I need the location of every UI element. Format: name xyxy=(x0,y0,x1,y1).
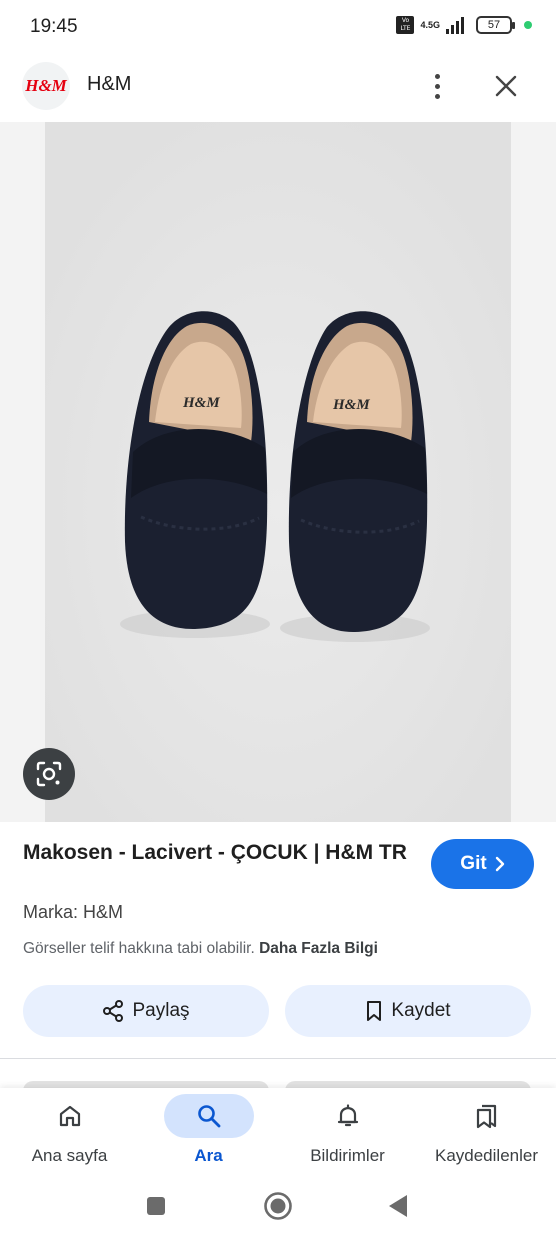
bell-icon xyxy=(303,1094,393,1138)
copyright-text: Görseller telif hakkına tabi olabilir. xyxy=(23,940,255,957)
nav-saved-label: Kaydedilenler xyxy=(434,1146,538,1165)
save-button-label: Kaydet xyxy=(391,1000,451,1021)
bookmarks-icon xyxy=(442,1094,532,1138)
privacy-indicator-dot xyxy=(524,21,532,29)
battery-icon: 57 xyxy=(476,16,515,34)
result-header: H&M H&M xyxy=(0,56,556,120)
close-icon[interactable] xyxy=(486,66,526,106)
nav-notifications-label: Bildirimler xyxy=(310,1146,385,1165)
nav-saved[interactable]: Kaydedilenler xyxy=(417,1088,556,1178)
nav-search[interactable]: Ara xyxy=(139,1088,278,1178)
back-icon[interactable] xyxy=(378,1186,418,1226)
bottom-navigation: Ana sayfa Ara Bildirimler Kaydedilenler xyxy=(0,1088,556,1178)
chevron-right-icon xyxy=(495,856,504,872)
status-icons: Vo LTE 4.5G 57 xyxy=(396,16,532,34)
copyright-notice: Görseller telif hakkına tabi olabilir. D… xyxy=(23,940,378,958)
divider xyxy=(0,1058,556,1059)
status-bar: 19:45 Vo LTE 4.5G 57 xyxy=(0,0,556,56)
share-button-label: Paylaş xyxy=(132,1000,190,1021)
more-info-link[interactable]: Daha Fazla Bilgi xyxy=(259,940,378,957)
search-icon xyxy=(163,1094,254,1138)
site-logo: H&M xyxy=(22,62,70,110)
share-button[interactable]: Paylaş xyxy=(23,985,269,1037)
share-icon xyxy=(103,1000,124,1022)
status-time: 19:45 xyxy=(30,16,78,37)
nav-home[interactable]: Ana sayfa xyxy=(0,1088,139,1178)
visit-button-label: Git xyxy=(460,853,487,874)
nav-home-label: Ana sayfa xyxy=(31,1146,108,1165)
nav-notifications[interactable]: Bildirimler xyxy=(278,1088,417,1178)
nav-search-label: Ara xyxy=(194,1146,223,1165)
image-viewer: H&M H&M xyxy=(0,122,556,822)
more-vert-icon[interactable] xyxy=(420,66,454,106)
brand-label: Marka: H&M xyxy=(23,902,124,922)
network-type: 4.5G xyxy=(420,19,440,30)
bookmark-icon xyxy=(367,1001,382,1021)
insole-logo-right: H&M xyxy=(332,397,370,413)
result-title[interactable]: Makosen - Lacivert - ÇOCUK | H&M TR xyxy=(23,839,418,867)
system-navigation xyxy=(0,1178,556,1235)
visit-button[interactable]: Git xyxy=(431,839,534,889)
product-image[interactable]: H&M H&M xyxy=(45,122,511,822)
site-name: H&M xyxy=(87,73,132,95)
recents-icon[interactable] xyxy=(136,1186,176,1226)
home-icon xyxy=(25,1094,115,1138)
signal-icon xyxy=(446,16,464,34)
save-button[interactable]: Kaydet xyxy=(285,985,531,1037)
insole-logo-left: H&M xyxy=(182,395,220,411)
home-button-icon[interactable] xyxy=(258,1186,298,1226)
google-lens-icon[interactable] xyxy=(23,748,75,800)
volte-icon: Vo LTE xyxy=(396,16,415,34)
